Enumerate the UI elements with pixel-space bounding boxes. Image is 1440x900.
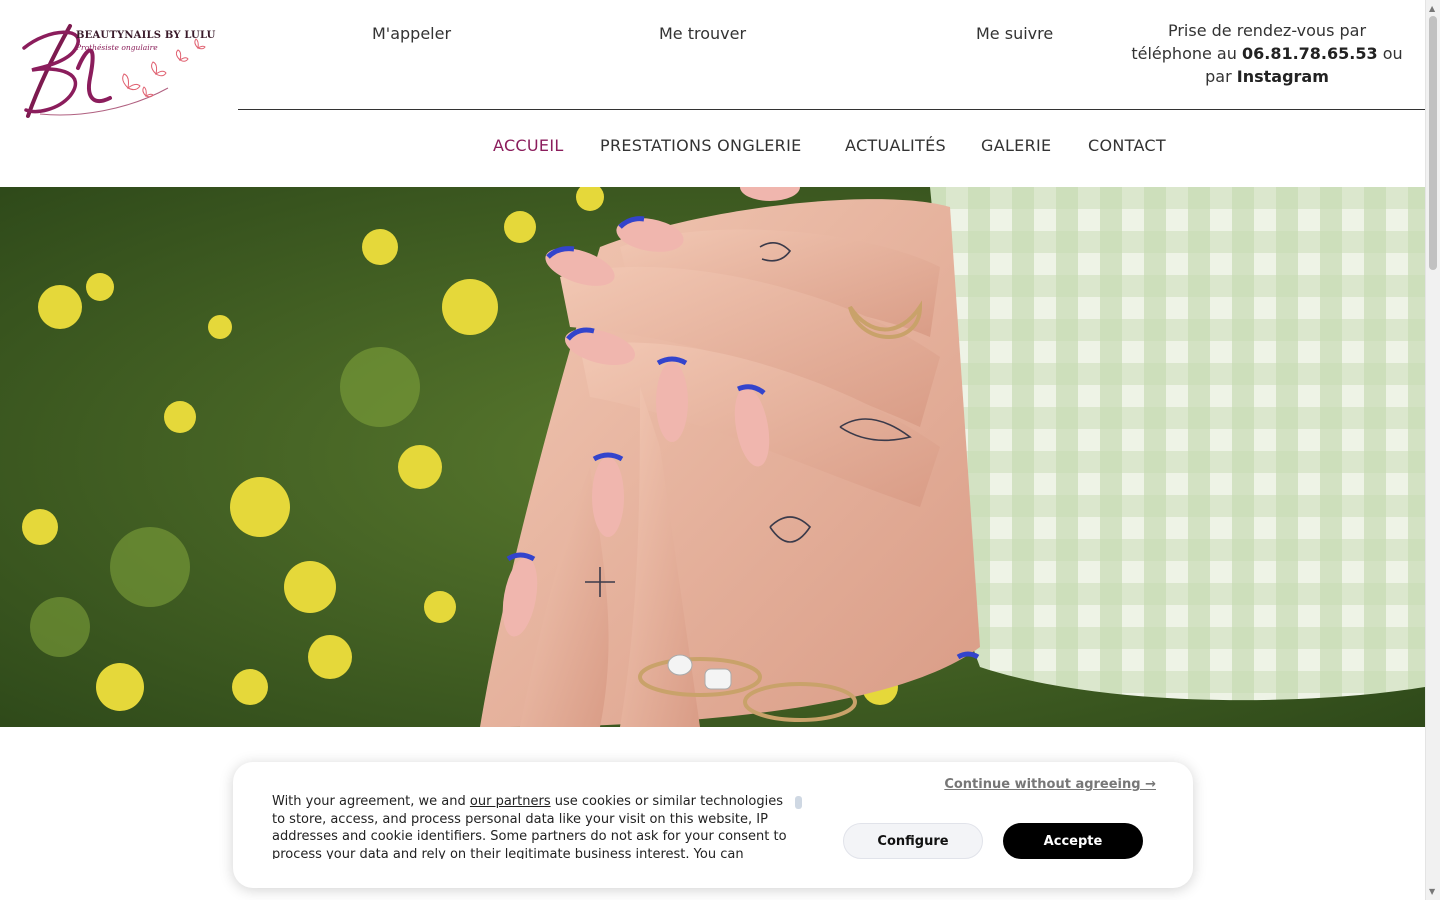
appointment-line-1: Prise de rendez-vous par [1167,21,1367,40]
appointment-line-3: par Instagram [1128,65,1406,88]
brand-logo[interactable]: BEAUTYNAILS BY LULU Prothésiste ongulair… [18,18,216,120]
nav-item-galerie[interactable]: GALERIE [981,136,1051,155]
appointment-phone-prefix: téléphone au [1131,44,1237,63]
appointment-phone-suffix: ou [1382,44,1403,63]
appointment-info: Prise de rendez-vous par téléphone au 06… [1128,19,1406,88]
hero-image [0,187,1425,727]
site-header: BEAUTYNAILS BY LULU Prothésiste ongulair… [0,0,1425,187]
continue-without-agreeing-link[interactable]: Continue without agreeing → [944,777,1156,792]
page-scrollbar[interactable]: ▲ ▼ [1425,0,1440,900]
scroll-down-icon[interactable]: ▼ [1429,887,1435,896]
brand-tagline: Prothésiste ongulaire [76,43,158,52]
cookie-text: With your agreement, we and our partners… [272,793,792,859]
cookie-banner: With your agreement, we and our partners… [233,762,1193,888]
main-nav: ACCUEIL PRESTATIONS ONGLERIE ACTUALITÉS … [0,136,1425,160]
nav-item-prestations[interactable]: PRESTATIONS ONGLERIE [600,136,802,155]
accept-button[interactable]: Accepte [1003,823,1143,859]
appointment-instagram-prefix: par [1205,67,1232,86]
brand-name: BEAUTYNAILS BY LULU [76,30,216,41]
scroll-up-icon[interactable]: ▲ [1429,4,1435,13]
nav-item-contact[interactable]: CONTACT [1088,136,1166,155]
cookie-text-scrollbar[interactable] [795,796,802,809]
call-link[interactable]: M'appeler [372,24,451,43]
follow-link[interactable]: Me suivre [976,24,1053,43]
nav-item-accueil[interactable]: ACCUEIL [493,136,564,155]
find-link[interactable]: Me trouver [659,24,746,43]
cookie-text-before: With your agreement, we and [272,794,466,809]
appointment-phone-link[interactable]: 06.81.78.65.53 [1242,44,1378,63]
appointment-instagram-link[interactable]: Instagram [1237,67,1329,86]
appointment-line-2: téléphone au 06.81.78.65.53 ou [1128,42,1406,65]
scrollbar-thumb[interactable] [1429,16,1437,270]
top-links: M'appeler Me trouver Me suivre [238,24,1128,46]
configure-button[interactable]: Configure [843,823,983,859]
nav-item-actualites[interactable]: ACTUALITÉS [845,136,946,155]
hands-photo [0,187,1425,727]
header-divider [238,109,1425,110]
cookie-partners-link[interactable]: our partners [470,794,551,809]
